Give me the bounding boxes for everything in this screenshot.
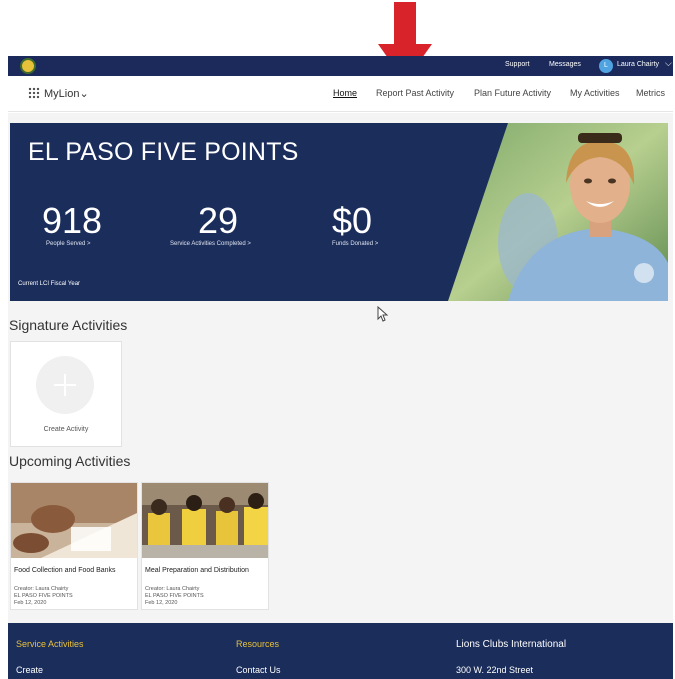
activity-date: Feb 12, 2020 (14, 600, 47, 606)
avatar[interactable]: L (599, 59, 613, 73)
activities-completed-link[interactable]: Service Activities Completed > (170, 241, 251, 247)
activity-creator: Creator: Laura Chairty (14, 586, 69, 592)
user-name[interactable]: Laura Chairty (617, 61, 659, 68)
nav-plan-future-activity[interactable]: Plan Future Activity (474, 88, 551, 98)
club-name: EL PASO FIVE POINTS (28, 138, 299, 166)
top-utility-bar: Support Messages L Laura Chairty ⌵ (8, 56, 673, 76)
club-hero-banner: EL PASO FIVE POINTS 918 People Served > … (10, 123, 668, 301)
site-footer: Service Activities Create Resources Cont… (8, 623, 673, 679)
nav-report-past-activity[interactable]: Report Past Activity (376, 88, 454, 98)
people-served-link[interactable]: People Served > (46, 241, 91, 247)
app-grid-icon[interactable] (28, 87, 40, 99)
footer-address: 300 W. 22nd Street (456, 665, 534, 675)
fiscal-year-label: Current LCI Fiscal Year (18, 281, 81, 287)
footer-link-contact-us[interactable]: Contact Us (236, 665, 281, 675)
food-collection-photo (11, 483, 137, 558)
funds-donated-value: $0 (332, 200, 373, 241)
activity-date: Feb 12, 2020 (145, 600, 178, 606)
activity-club: EL PASO FIVE POINTS (14, 593, 73, 599)
footer-heading-service-activities: Service Activities (16, 639, 84, 649)
support-link[interactable]: Support (505, 61, 530, 68)
plus-icon (36, 356, 94, 414)
footer-heading-lions-clubs: Lions Clubs International (456, 639, 567, 650)
create-activity-card[interactable]: Create Activity (10, 341, 122, 447)
brand-menu[interactable]: MyLion⌄ (44, 87, 89, 100)
nav-my-activities[interactable]: My Activities (570, 88, 620, 98)
nav-metrics[interactable]: Metrics (636, 88, 665, 98)
activities-completed-value: 29 (198, 200, 239, 241)
brand-label: MyLion (44, 88, 80, 100)
footer-heading-resources: Resources (236, 639, 280, 649)
nav-home[interactable]: Home (333, 88, 357, 98)
activity-card-food-collection[interactable]: Food Collection and Food Banks Creator: … (10, 482, 138, 610)
funds-donated-link[interactable]: Funds Donated > (332, 241, 378, 247)
activity-club: EL PASO FIVE POINTS (145, 593, 204, 599)
main-navbar: MyLion⌄ Home Report Past Activity Plan F… (8, 76, 673, 112)
signature-activities-heading: Signature Activities (9, 317, 128, 333)
activity-card-meal-preparation[interactable]: Meal Preparation and Distribution Creato… (141, 482, 269, 610)
people-served-value: 918 (42, 200, 103, 241)
mouse-cursor-icon (377, 306, 389, 322)
activity-title: Food Collection and Food Banks (14, 567, 116, 574)
messages-link[interactable]: Messages (549, 61, 581, 68)
hero-volunteer-photo (448, 123, 668, 301)
meal-preparation-photo (142, 483, 268, 558)
create-activity-label: Create Activity (43, 426, 89, 433)
footer-link-create[interactable]: Create (16, 665, 43, 675)
activity-title: Meal Preparation and Distribution (145, 567, 249, 574)
chevron-down-icon[interactable]: ⌵ (665, 58, 672, 69)
activity-creator: Creator: Laura Chairty (145, 586, 200, 592)
lions-logo-icon[interactable] (20, 58, 36, 74)
upcoming-activities-heading: Upcoming Activities (9, 453, 131, 469)
